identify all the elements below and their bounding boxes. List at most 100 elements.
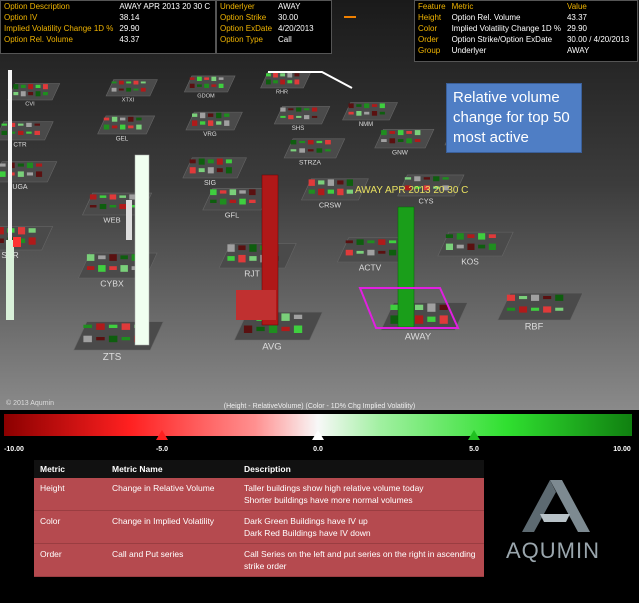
building[interactable]	[478, 244, 486, 249]
building[interactable]	[311, 107, 318, 112]
building[interactable]	[197, 84, 202, 87]
building[interactable]	[488, 234, 496, 238]
building[interactable]	[316, 148, 323, 153]
building[interactable]	[18, 123, 24, 126]
building[interactable]	[28, 228, 36, 233]
building[interactable]	[43, 84, 48, 90]
building[interactable]	[414, 139, 421, 142]
building[interactable]	[273, 80, 278, 84]
building[interactable]	[192, 113, 198, 117]
building[interactable]	[506, 307, 515, 311]
building[interactable]	[20, 84, 26, 88]
building[interactable]	[307, 149, 314, 152]
building[interactable]	[325, 149, 331, 152]
building[interactable]	[111, 125, 118, 129]
building[interactable]	[108, 324, 118, 328]
building[interactable]	[17, 171, 24, 177]
building[interactable]	[316, 140, 323, 144]
building[interactable]	[120, 255, 128, 260]
building[interactable]	[219, 198, 227, 205]
building[interactable]	[119, 195, 126, 198]
building[interactable]	[442, 177, 449, 180]
building[interactable]	[555, 294, 564, 301]
building[interactable]	[367, 249, 375, 256]
building[interactable]	[346, 179, 353, 186]
building[interactable]	[397, 130, 404, 136]
building[interactable]	[348, 111, 354, 115]
building[interactable]	[229, 199, 237, 203]
building[interactable]	[337, 180, 344, 185]
building[interactable]	[304, 115, 310, 120]
building[interactable]	[445, 234, 453, 238]
building[interactable]	[378, 239, 386, 245]
building[interactable]	[36, 163, 43, 167]
building-left-red[interactable]	[13, 237, 21, 247]
building[interactable]	[290, 149, 297, 152]
building[interactable]	[467, 243, 475, 250]
building[interactable]	[20, 91, 26, 97]
building[interactable]	[346, 189, 353, 194]
building[interactable]	[506, 294, 515, 301]
building[interactable]	[109, 254, 117, 261]
building[interactable]	[207, 159, 214, 164]
building[interactable]	[397, 139, 404, 142]
building[interactable]	[371, 111, 378, 116]
building[interactable]	[219, 190, 227, 194]
building[interactable]	[415, 304, 424, 310]
building[interactable]	[427, 316, 436, 322]
building[interactable]	[111, 87, 117, 92]
building[interactable]	[204, 77, 209, 80]
building[interactable]	[210, 189, 217, 196]
building[interactable]	[26, 162, 33, 169]
building[interactable]	[189, 77, 195, 80]
building[interactable]	[390, 304, 399, 310]
building[interactable]	[367, 240, 375, 244]
building[interactable]	[109, 266, 117, 270]
building[interactable]	[406, 131, 412, 134]
building[interactable]	[18, 130, 24, 135]
building[interactable]	[238, 245, 246, 251]
building[interactable]	[204, 83, 209, 88]
building[interactable]	[288, 108, 294, 111]
building[interactable]	[378, 250, 386, 254]
building[interactable]	[218, 83, 224, 88]
building[interactable]	[86, 254, 95, 261]
building[interactable]	[389, 131, 396, 134]
building[interactable]	[294, 79, 300, 85]
building[interactable]	[345, 240, 353, 244]
building[interactable]	[345, 249, 353, 256]
building[interactable]	[381, 139, 387, 142]
building-left-edge[interactable]	[6, 240, 14, 320]
building[interactable]	[266, 73, 271, 77]
building[interactable]	[103, 117, 110, 121]
slider-neg5[interactable]	[156, 430, 168, 440]
building[interactable]	[389, 249, 397, 256]
building[interactable]	[318, 180, 325, 185]
building[interactable]	[356, 239, 364, 245]
building[interactable]	[337, 188, 344, 196]
building[interactable]	[531, 294, 540, 301]
building[interactable]	[208, 120, 214, 126]
building[interactable]	[414, 130, 421, 136]
building[interactable]	[381, 130, 387, 136]
building[interactable]	[519, 296, 528, 300]
building[interactable]	[216, 121, 222, 125]
building[interactable]	[389, 240, 397, 244]
building[interactable]	[26, 172, 33, 176]
building-away-selected[interactable]	[397, 206, 415, 328]
building[interactable]	[120, 124, 126, 130]
building[interactable]	[28, 237, 36, 245]
building[interactable]	[266, 79, 271, 85]
building[interactable]	[281, 313, 290, 321]
building[interactable]	[308, 189, 315, 194]
building[interactable]	[34, 130, 41, 135]
building[interactable]	[256, 326, 265, 332]
building[interactable]	[121, 337, 131, 341]
building[interactable]	[136, 124, 142, 130]
building[interactable]	[28, 92, 34, 96]
building[interactable]	[439, 315, 448, 324]
building[interactable]	[433, 176, 440, 182]
building[interactable]	[86, 266, 95, 270]
building[interactable]	[120, 117, 126, 121]
building[interactable]	[133, 88, 139, 91]
